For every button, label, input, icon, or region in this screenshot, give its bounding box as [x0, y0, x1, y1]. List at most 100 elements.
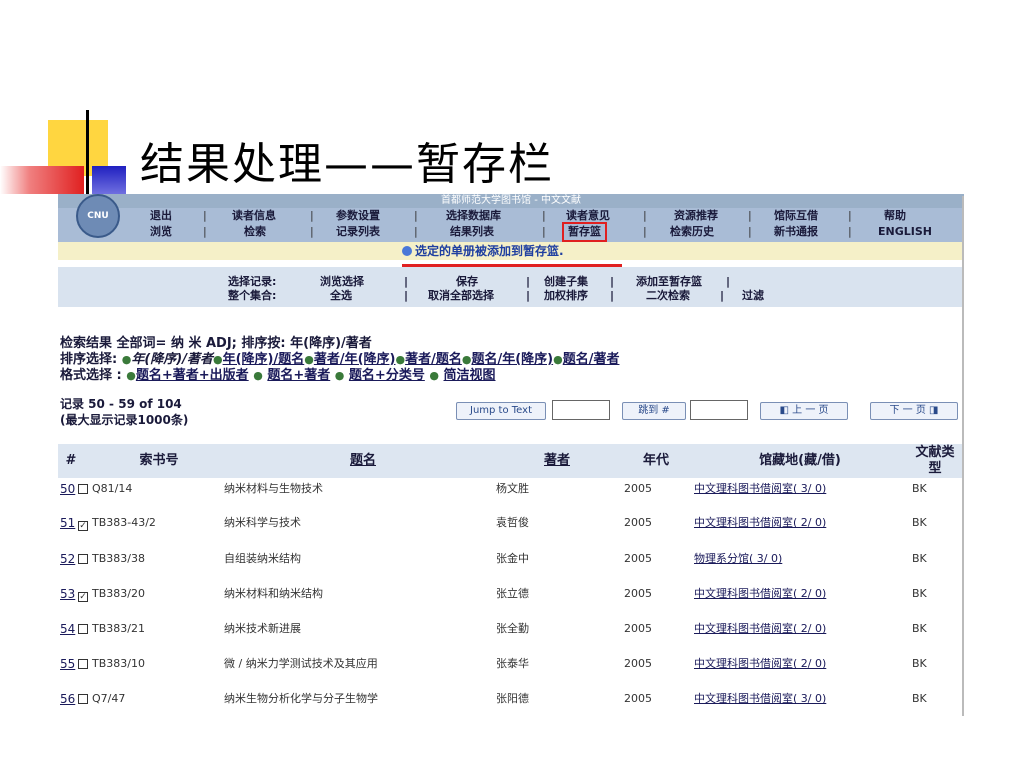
table-row: 52 TB383/38 自组装纳米结构 张金中 2005 物理系分馆( 3/ 0) BK: [58, 548, 964, 583]
checkbox-box: ✓: [78, 592, 88, 602]
sort-current: 年(降序)/著者: [131, 352, 213, 367]
nav-basket[interactable]: 暂存篮: [562, 222, 607, 242]
nav-interlibrary-loan[interactable]: 馆际互借: [774, 208, 818, 224]
bullet-icon: ●: [334, 369, 345, 382]
holding-location-link[interactable]: 中文理科图书借阅室( 3/ 0): [694, 692, 826, 706]
col-call-number: 索书号: [139, 453, 179, 468]
nav-help[interactable]: 帮助: [884, 208, 906, 224]
holding-location-link[interactable]: 中文理科图书借阅室( 2/ 0): [694, 516, 826, 530]
logo-text: CNU: [87, 211, 109, 221]
book-year: 2005: [624, 622, 652, 635]
record-checkbox[interactable]: [78, 483, 88, 497]
record-checkbox[interactable]: ✓: [78, 588, 88, 602]
filter-button[interactable]: 过滤: [742, 289, 764, 303]
nav-english[interactable]: ENGLISH: [878, 224, 932, 240]
save-button[interactable]: 保存: [456, 275, 478, 289]
nav-search-history[interactable]: 检索历史: [670, 224, 714, 240]
nav-new-books[interactable]: 新书通报: [774, 224, 818, 240]
nav-result-list[interactable]: 结果列表: [450, 224, 494, 240]
nav-separator: |: [748, 225, 752, 238]
record-number-link[interactable]: 54: [60, 622, 75, 636]
action-toolbar: 选择记录: 整个集合: 浏览选择 全选 | | 保存 取消全部选择 | | 创建…: [58, 267, 964, 307]
nav-browse[interactable]: 浏览: [150, 224, 172, 240]
record-number-link[interactable]: 50: [60, 482, 75, 496]
record-number-link[interactable]: 55: [60, 657, 75, 671]
bullet-icon: ●: [395, 353, 406, 366]
record-number-link[interactable]: 56: [60, 692, 75, 706]
format-option-title-author-publisher[interactable]: 题名+著者+出版者: [136, 368, 249, 383]
format-option-title-class[interactable]: 题名+分类号: [349, 368, 425, 383]
checkbox-box: [78, 484, 88, 494]
record-checkbox[interactable]: [78, 658, 88, 672]
secondary-search-button[interactable]: 二次检索: [646, 289, 690, 303]
weighted-sort-button[interactable]: 加权排序: [544, 289, 588, 303]
holding-location-link[interactable]: 中文理科图书借阅室( 3/ 0): [694, 482, 826, 496]
holding-location-link[interactable]: 中文理科图书借阅室( 2/ 0): [694, 657, 826, 671]
nav-select-database[interactable]: 选择数据库: [446, 208, 501, 224]
sort-option-author-title[interactable]: 著者/题名: [405, 352, 462, 367]
nav-settings[interactable]: 参数设置: [336, 208, 380, 224]
call-number: TB383-43/2: [92, 516, 156, 529]
sort-option-year-title[interactable]: 年(降序)/题名: [223, 352, 305, 367]
sort-option-title-year[interactable]: 题名/年(降序): [471, 352, 553, 367]
nav-reader-info[interactable]: 读者信息: [232, 208, 276, 224]
screen-edge: [962, 196, 964, 716]
record-number-link[interactable]: 51: [60, 516, 75, 530]
table-row: 54 TB383/21 纳米技术新进展 张全勤 2005 中文理科图书借阅室( 2/ 0)…: [58, 618, 964, 653]
search-result-line: 检索结果 全部词= 纳 米 ADJ; 排序按: 年(降序)/著者: [60, 336, 372, 351]
call-number: Q7/47: [92, 692, 126, 705]
table-row: 55 TB383/10 微 / 纳米力学测试技术及其应用 张泰华 2005 中文理科图书借…: [58, 653, 964, 688]
nav-search[interactable]: 检索: [244, 224, 266, 240]
sort-option-author-year[interactable]: 著者/年(降序): [314, 352, 396, 367]
create-subset-button[interactable]: 创建子集: [544, 275, 588, 289]
record-number-link[interactable]: 52: [60, 552, 75, 566]
jump-to-text-button[interactable]: Jump to Text: [456, 402, 546, 420]
nav-separator: |: [542, 209, 546, 222]
browse-selected-button[interactable]: 浏览选择: [320, 275, 364, 289]
nav-separator: |: [203, 209, 207, 222]
book-title: 纳米材料与生物技术: [224, 482, 323, 495]
holding-location-link[interactable]: 中文理科图书借阅室( 2/ 0): [694, 622, 826, 636]
record-checkbox[interactable]: ✓: [78, 517, 88, 531]
next-page-button[interactable]: 下 一 页 ◨: [870, 402, 958, 420]
call-number: Q81/14: [92, 482, 133, 495]
info-icon: [402, 246, 412, 256]
col-author[interactable]: 著者: [494, 444, 620, 478]
format-option-title-author[interactable]: 题名+著者: [267, 368, 330, 383]
book-title: 纳米科学与技术: [224, 516, 301, 529]
sort-option-title-author[interactable]: 题名/著者: [563, 352, 620, 367]
nav-resource-recommend[interactable]: 资源推荐: [674, 208, 718, 224]
add-to-basket-button[interactable]: 添加至暂存篮: [636, 275, 702, 289]
cnu-logo: CNU: [76, 194, 120, 238]
bullet-icon: ●: [304, 353, 314, 366]
nav-record-list[interactable]: 记录列表: [336, 224, 380, 240]
book-author: 张全勤: [496, 622, 529, 635]
bullet-icon: ●: [429, 369, 439, 382]
nav-separator: |: [848, 225, 852, 238]
format-option-brief[interactable]: 简洁视图: [444, 368, 496, 383]
record-checkbox[interactable]: [78, 623, 88, 637]
record-checkbox[interactable]: [78, 693, 88, 707]
prev-page-button[interactable]: ◧ 上 一 页: [760, 402, 848, 420]
book-title: 微 / 纳米力学测试技术及其应用: [224, 657, 378, 670]
holding-location-link[interactable]: 物理系分馆( 3/ 0): [694, 552, 782, 566]
nav-separator: |: [542, 225, 546, 238]
nav-separator: |: [643, 225, 647, 238]
format-selection: 格式选择 : ●题名+著者+出版者 ● 题名+著者 ● 题名+分类号 ● 简洁视…: [60, 368, 496, 384]
record-range: 记录 50 - 59 of 104 (最大显示记录1000条): [60, 396, 188, 428]
bullet-icon: ●: [126, 369, 136, 382]
library-opac-screenshot: 首都师范大学图书馆 - 中文文献 CNU 退出 | 读者信息 | 参数设置 | …: [58, 194, 964, 714]
doc-type: BK: [912, 657, 927, 670]
jump-to-number-button[interactable]: 跳到 #: [622, 402, 686, 420]
record-checkbox[interactable]: [78, 553, 88, 567]
holding-location-link[interactable]: 中文理科图书借阅室( 2/ 0): [694, 587, 826, 601]
jump-number-input[interactable]: [690, 400, 748, 420]
select-all-button[interactable]: 全选: [330, 289, 352, 303]
jump-text-input[interactable]: [552, 400, 610, 420]
record-number-link[interactable]: 53: [60, 587, 75, 601]
nav-logout[interactable]: 退出: [150, 208, 172, 224]
bullet-icon: ●: [461, 353, 472, 366]
col-title[interactable]: 题名: [234, 444, 492, 478]
cancel-all-button[interactable]: 取消全部选择: [428, 289, 494, 303]
book-author: 张阳德: [496, 692, 529, 705]
